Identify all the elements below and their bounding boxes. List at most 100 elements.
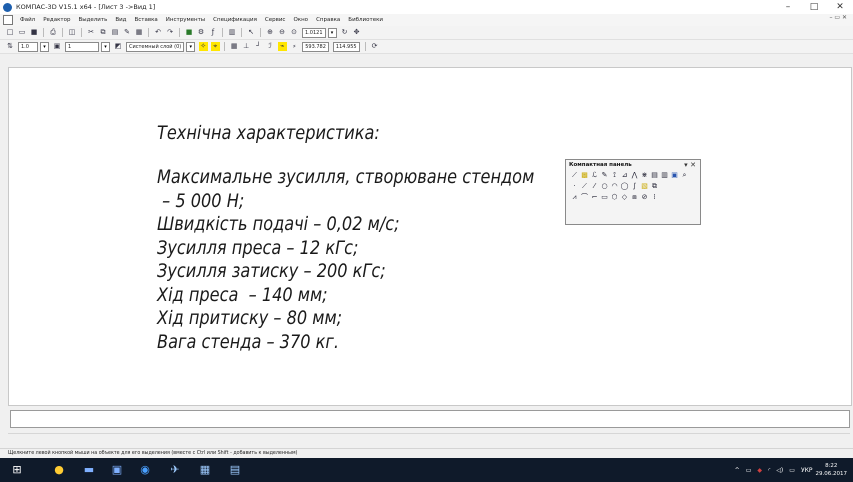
- ortho-icon[interactable]: ┘: [254, 42, 263, 51]
- zoom-out-icon[interactable]: ⊖: [278, 28, 287, 37]
- kompas-taskbar-icon[interactable]: ✈: [168, 463, 182, 477]
- spline-icon[interactable]: ∫: [630, 182, 639, 191]
- style-icon[interactable]: ◩: [114, 42, 123, 51]
- local-cs-icon[interactable]: ⊥: [242, 42, 251, 51]
- library-icon[interactable]: ⚙: [197, 28, 206, 37]
- open-icon[interactable]: ▭: [18, 28, 27, 37]
- redo-icon[interactable]: ↷: [166, 28, 175, 37]
- print-icon[interactable]: ⎙: [49, 28, 58, 37]
- compact-panel-controls[interactable]: ▾ ✕: [684, 160, 696, 170]
- arc-icon[interactable]: ◠: [610, 182, 619, 191]
- cut-icon[interactable]: ✂: [87, 28, 96, 37]
- undo-icon[interactable]: ↶: [154, 28, 163, 37]
- circle-icon[interactable]: ○: [600, 182, 609, 191]
- segment-icon[interactable]: ⁄: [590, 182, 599, 191]
- menu-select[interactable]: Выделить: [78, 17, 107, 23]
- layer-number-dropdown[interactable]: ▾: [101, 41, 110, 52]
- macro-icon[interactable]: ⌕: [680, 171, 689, 180]
- show-hidden-icon[interactable]: ^: [735, 467, 740, 474]
- drawing-canvas[interactable]: Технічна характеристика: Максимальне зус…: [8, 67, 852, 406]
- menu-tools[interactable]: Инструменты: [166, 17, 205, 23]
- windows-start-icon[interactable]: ⊞: [10, 463, 24, 477]
- grid-icon[interactable]: ▦: [135, 28, 144, 37]
- menu-specification[interactable]: Спецификация: [213, 17, 257, 23]
- polyline-icon[interactable]: ⩘: [570, 193, 579, 202]
- copy-icon[interactable]: ⧉: [99, 28, 108, 37]
- language-indicator[interactable]: УКР: [801, 467, 813, 474]
- wifi-icon[interactable]: ◜: [768, 467, 770, 474]
- line-icon[interactable]: ⟋: [580, 182, 589, 191]
- step-field[interactable]: 1.0: [18, 41, 38, 52]
- coord-x-field[interactable]: 593.782: [302, 41, 329, 52]
- manager-icon[interactable]: ■: [185, 28, 194, 37]
- designations-icon[interactable]: ℒ: [590, 171, 599, 180]
- minimize-button[interactable]: –: [775, 0, 801, 14]
- step-dropdown[interactable]: ▾: [40, 41, 49, 52]
- new-document-icon[interactable]: □: [6, 28, 15, 37]
- fx-icon[interactable]: ƒ: [209, 28, 218, 37]
- yandex-browser-icon[interactable]: ●: [52, 463, 66, 477]
- chamfer-icon[interactable]: ⌐: [590, 193, 599, 202]
- insert-icon[interactable]: ▣: [670, 171, 679, 180]
- document-icon[interactable]: [3, 15, 13, 25]
- clock[interactable]: 8:22 29.06.2017: [816, 462, 848, 478]
- coord-y-field[interactable]: 114.955: [332, 41, 360, 52]
- menu-service[interactable]: Сервис: [265, 17, 286, 23]
- zoom-dropdown[interactable]: ▾: [327, 27, 337, 38]
- menu-file[interactable]: Файл: [20, 17, 35, 23]
- refresh-view-icon[interactable]: ⟳: [370, 42, 379, 51]
- contour-icon[interactable]: ◇: [620, 193, 629, 202]
- zoom-in-icon[interactable]: ⊕: [266, 28, 275, 37]
- menu-window[interactable]: Окно: [293, 17, 308, 23]
- snap-icon[interactable]: ✧: [198, 42, 208, 51]
- layer-icon[interactable]: ▣: [53, 42, 62, 51]
- param-icon[interactable]: ℐ: [266, 42, 275, 51]
- flag-icon[interactable]: ◆: [757, 467, 762, 474]
- menu-editor[interactable]: Редактор: [43, 17, 70, 23]
- compact-panel[interactable]: Компактная панель ▾ ✕ ⟋ ▩ ℒ ✎ ⟟ ⊿ ⋀ ⋇ ▤ …: [565, 159, 701, 225]
- measure-icon[interactable]: ⊿: [620, 171, 629, 180]
- variables-icon[interactable]: ▥: [228, 28, 237, 37]
- refresh-icon[interactable]: ↻: [340, 28, 349, 37]
- spec-icon[interactable]: ▤: [650, 171, 659, 180]
- edit-icon[interactable]: ✎: [600, 171, 609, 180]
- pan-icon[interactable]: ✥: [352, 28, 361, 37]
- network-icon[interactable]: ▭: [746, 467, 752, 474]
- geometry-icon[interactable]: ⟋: [570, 171, 579, 180]
- app-window-icon[interactable]: ▦: [198, 463, 212, 477]
- select-icon[interactable]: ⋀: [630, 171, 639, 180]
- layer-name-field[interactable]: Системный слой (0): [126, 41, 185, 52]
- parametric-mode-icon[interactable]: ⌁: [277, 42, 287, 51]
- snap-settings-icon[interactable]: ⌖: [210, 42, 220, 51]
- layer-name-dropdown[interactable]: ▾: [186, 41, 196, 52]
- zoom-field[interactable]: 1.0121: [302, 27, 326, 38]
- compact-panel-header[interactable]: Компактная панель ▾ ✕: [566, 160, 700, 170]
- file-explorer-icon[interactable]: ▬: [82, 463, 96, 477]
- properties-icon[interactable]: ✎: [123, 28, 132, 37]
- help-pointer-icon[interactable]: ↖: [247, 28, 256, 37]
- equidistant-icon[interactable]: ⧉: [650, 182, 659, 191]
- associative-views-icon[interactable]: ⋇: [640, 171, 649, 180]
- menu-libraries[interactable]: Библиотеки: [348, 17, 383, 23]
- volume-icon[interactable]: ◁): [776, 467, 783, 474]
- browser-icon[interactable]: ◉: [138, 463, 152, 477]
- menu-insert[interactable]: Вставка: [134, 17, 157, 23]
- rectangle-icon[interactable]: ▭: [600, 193, 609, 202]
- close-button[interactable]: ✕: [827, 0, 853, 14]
- menu-view[interactable]: Вид: [115, 17, 126, 23]
- hatch-icon[interactable]: ▧: [640, 182, 649, 191]
- reports-icon[interactable]: ▥: [660, 171, 669, 180]
- paste-icon[interactable]: ▤: [111, 28, 120, 37]
- zoom-window-icon[interactable]: ⊙: [290, 28, 299, 37]
- bounding-icon[interactable]: ⧈: [630, 193, 639, 202]
- menu-help[interactable]: Справка: [316, 17, 340, 23]
- save-disk-icon[interactable]: ▣: [110, 463, 124, 477]
- calculator-icon[interactable]: ▤: [228, 463, 242, 477]
- command-line-field[interactable]: [10, 410, 850, 428]
- grid-toggle-icon[interactable]: ▦: [230, 42, 239, 51]
- point-icon[interactable]: ·: [570, 182, 579, 191]
- mdi-controls[interactable]: – ▭ ✕: [829, 14, 847, 21]
- trim-icon[interactable]: ⊘: [640, 193, 649, 202]
- dimensions-icon[interactable]: ▩: [580, 171, 589, 180]
- layer-number-field[interactable]: 1: [65, 41, 99, 52]
